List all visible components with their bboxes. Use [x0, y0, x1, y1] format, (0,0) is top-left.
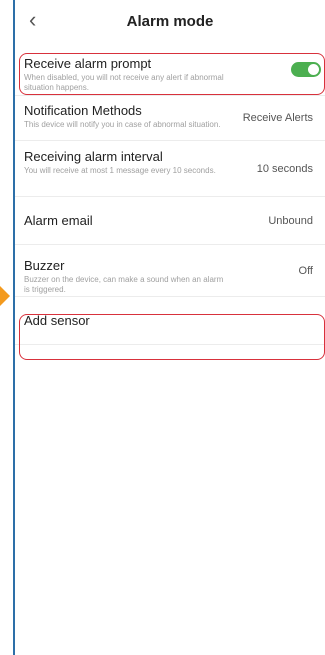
setting-value: Off: [298, 264, 313, 277]
notification-methods-row[interactable]: Notification Methods This device will no…: [15, 96, 325, 141]
setting-description: This device will notify you in case of a…: [24, 120, 221, 129]
chevron-left-icon[interactable]: ‹: [29, 9, 36, 31]
setting-description: When disabled, you will not receive any …: [24, 73, 224, 92]
setting-label: Buzzer: [24, 258, 65, 273]
setting-description: Buzzer on the device, can make a sound w…: [24, 275, 224, 294]
orange-pointer-arrow: [0, 286, 10, 306]
alarm-email-row[interactable]: Alarm email Unbound: [15, 197, 325, 245]
setting-description: You will receive at most 1 message every…: [24, 166, 216, 175]
setting-label: Add sensor: [24, 312, 90, 328]
page-title: Alarm mode: [126, 12, 214, 30]
setting-value: 10 seconds: [256, 162, 313, 175]
setting-value: Unbound: [268, 214, 313, 227]
phone-screen: ‹ Alarm mode Receive alarm prompt When d…: [13, 0, 325, 655]
toggle-knob: [308, 64, 319, 75]
alarm-interval-row[interactable]: Receiving alarm interval You will receiv…: [15, 141, 325, 197]
receive-alarm-prompt-row[interactable]: Receive alarm prompt When disabled, you …: [15, 48, 325, 96]
setting-label: Alarm email: [24, 212, 93, 228]
setting-value: Receive Alerts: [242, 112, 313, 124]
add-sensor-row[interactable]: Add sensor: [15, 297, 325, 345]
receive-alarm-prompt-toggle[interactable]: [291, 62, 321, 77]
settings-list: Receive alarm prompt When disabled, you …: [15, 48, 325, 345]
top-bar: ‹ Alarm mode: [15, 0, 325, 42]
buzzer-row[interactable]: Buzzer Buzzer on the device, can make a …: [15, 245, 325, 297]
setting-label: Receive alarm prompt: [24, 56, 152, 71]
